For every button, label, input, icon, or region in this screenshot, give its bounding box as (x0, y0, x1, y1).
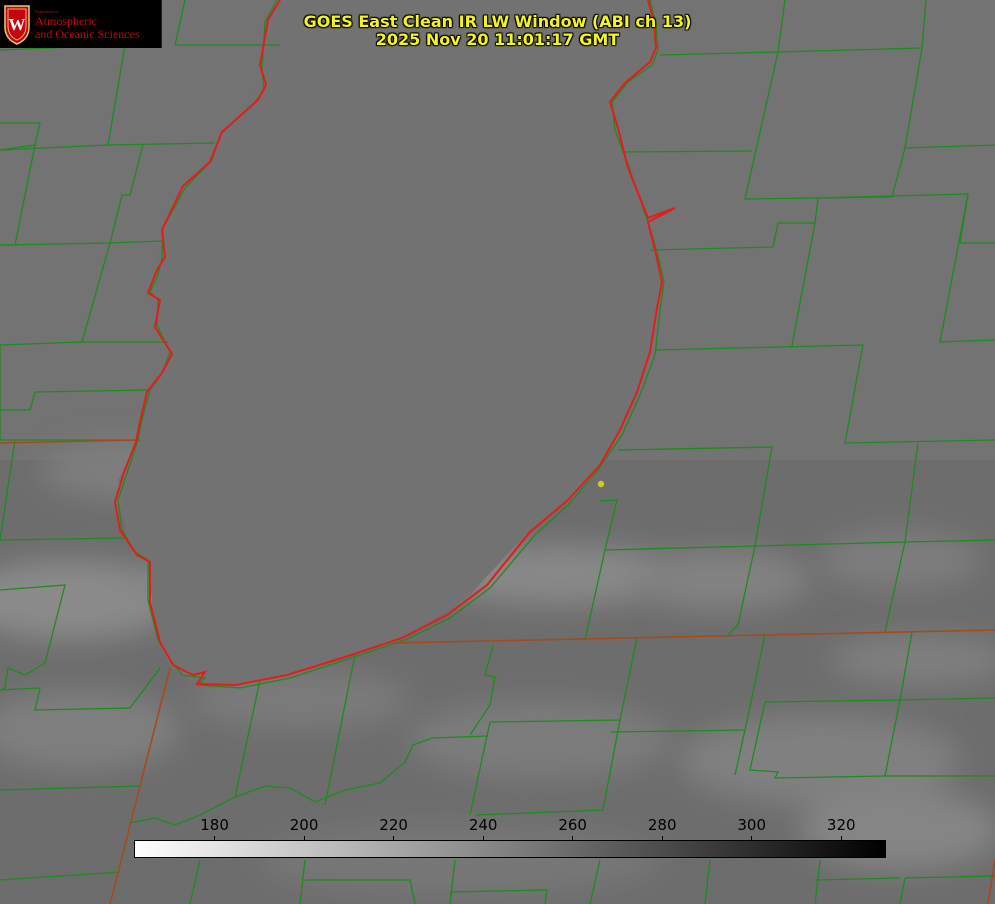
colorbar-tick-180: 180 (200, 816, 229, 834)
satellite-map (0, 0, 995, 904)
colorbar-tick-300: 300 (737, 816, 767, 834)
colorbar-tick-mark-220 (393, 836, 395, 841)
colorbar (134, 840, 886, 858)
timestamp-title: 2025 Nov 20 11:01:17 GMT (375, 30, 620, 49)
colorbar-tick-mark-180 (214, 836, 216, 841)
colorbar-tick-mark-280 (661, 836, 663, 841)
colorbar-tick-200: 200 (289, 816, 319, 834)
colorbar-tick-280: 280 (647, 816, 677, 834)
colorbar-tick-220: 220 (379, 816, 408, 834)
colorbar-tick-mark-200 (303, 836, 305, 841)
product-title: GOES East Clean IR LW Window (ABI ch 13) (303, 12, 692, 31)
colorbar-tick-mark-260 (572, 836, 574, 841)
colorbar-tick-mark-320 (840, 836, 842, 841)
colorbar-tick-mark-300 (751, 836, 753, 841)
station-marker (597, 480, 605, 488)
colorbar-tick-320: 320 (826, 816, 856, 834)
colorbar-tick-240: 240 (468, 816, 498, 834)
colorbar-tick-mark-240 (482, 836, 484, 841)
colorbar-tick-260: 260 (558, 816, 587, 834)
